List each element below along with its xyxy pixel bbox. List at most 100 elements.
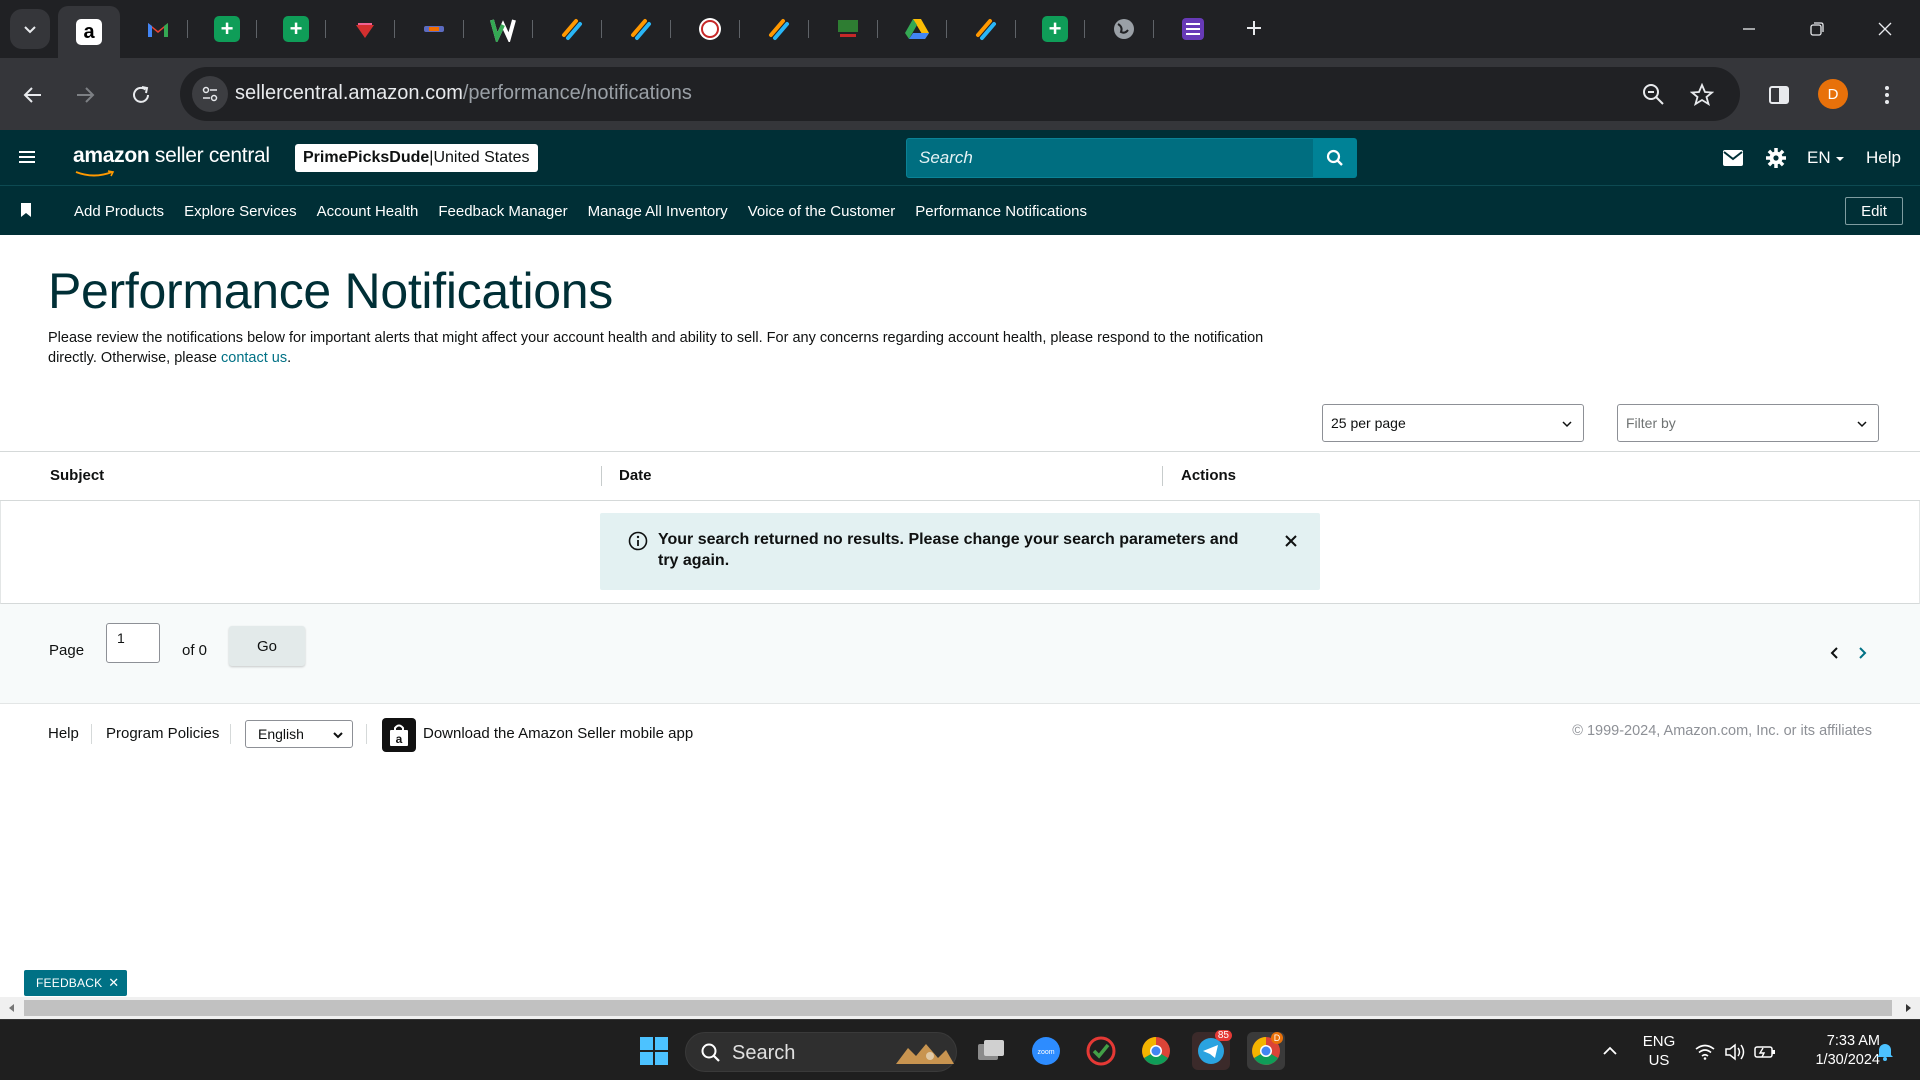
browser-menu-button[interactable] xyxy=(1870,78,1904,112)
battery-icon[interactable] xyxy=(1754,1044,1776,1060)
hamburger-menu-icon[interactable] xyxy=(16,146,38,168)
side-panel-icon xyxy=(1769,86,1789,104)
contact-us-link[interactable]: contact us xyxy=(221,350,287,366)
forward-button[interactable] xyxy=(68,78,102,112)
tab-gmail[interactable] xyxy=(145,16,171,42)
seller-search-input[interactable] xyxy=(907,139,1313,177)
notification-bell-icon[interactable] xyxy=(1876,1041,1894,1061)
taskbar-telegram[interactable]: 85 xyxy=(1192,1030,1232,1070)
nav-feedback-manager[interactable]: Feedback Manager xyxy=(438,203,567,220)
system-clock[interactable]: 7:33 AM 1/30/2024 xyxy=(1788,1032,1880,1070)
close-window-button[interactable] xyxy=(1870,14,1900,44)
column-subject[interactable]: Subject xyxy=(50,467,104,484)
side-panel-button[interactable] xyxy=(1762,78,1796,112)
tab-globe[interactable] xyxy=(1111,16,1137,42)
windows-taskbar: Search zoom 85 D ENG US 7:33 AM 1/30/2024 xyxy=(0,1019,1920,1080)
amazon-seller-app-icon[interactable]: a xyxy=(382,718,416,752)
taskbar-search[interactable]: Search xyxy=(685,1032,957,1072)
search-submit-button[interactable] xyxy=(1313,138,1357,178)
taskbar-chrome-1[interactable] xyxy=(1137,1032,1175,1070)
chevron-up-icon[interactable] xyxy=(1602,1046,1618,1056)
input-language-indicator[interactable]: ENG US xyxy=(1642,1032,1676,1070)
tab-list[interactable] xyxy=(1180,16,1206,42)
minimize-button[interactable] xyxy=(1734,14,1764,44)
tab-sheets-1[interactable]: + xyxy=(214,16,240,42)
per-page-select[interactable]: 25 per page xyxy=(1322,404,1584,442)
close-icon[interactable]: ✕ xyxy=(108,975,119,991)
red-logo-icon xyxy=(356,23,374,38)
taskbar-zoom[interactable]: zoom xyxy=(1027,1032,1065,1070)
site-info-button[interactable] xyxy=(192,76,228,112)
start-button[interactable] xyxy=(635,1032,673,1070)
footer-help-link[interactable]: Help xyxy=(48,725,79,742)
seller-central-logo[interactable]: amazon seller central xyxy=(73,144,270,168)
tab-search-button[interactable] xyxy=(10,9,50,49)
horizontal-scrollbar[interactable] xyxy=(0,997,1920,1019)
footer-program-policies-link[interactable]: Program Policies xyxy=(106,725,219,742)
search-icon xyxy=(701,1043,720,1062)
tab-orange-3[interactable] xyxy=(766,16,792,42)
back-button[interactable] xyxy=(16,78,50,112)
column-date[interactable]: Date xyxy=(619,467,652,484)
bookmark-star-button[interactable] xyxy=(1688,81,1716,109)
tab-w-logo[interactable] xyxy=(490,16,516,42)
chevron-right-icon[interactable] xyxy=(1855,646,1869,660)
nav-account-health[interactable]: Account Health xyxy=(317,203,419,220)
store-switcher[interactable]: PrimePicksDude | United States xyxy=(295,144,538,172)
new-tab-button[interactable] xyxy=(1240,14,1268,42)
zoom-button[interactable] xyxy=(1640,81,1668,109)
address-bar[interactable]: sellercentral.amazon.com/performance/not… xyxy=(180,67,1740,121)
wifi-icon[interactable] xyxy=(1695,1044,1715,1060)
tab-round-logo[interactable] xyxy=(697,16,723,42)
nav-add-products[interactable]: Add Products xyxy=(74,203,164,220)
filter-by-select[interactable]: Filter by xyxy=(1617,404,1879,442)
tab-sheets-2[interactable]: + xyxy=(283,16,309,42)
tab-us-foods[interactable] xyxy=(835,16,861,42)
settings-button[interactable] xyxy=(1763,145,1789,171)
taskbar-task-view[interactable] xyxy=(972,1032,1010,1070)
scroll-left-icon[interactable] xyxy=(7,1003,17,1013)
bookmark-icon[interactable] xyxy=(20,203,32,217)
volume-icon[interactable] xyxy=(1724,1043,1746,1061)
help-link[interactable]: Help xyxy=(1866,148,1901,168)
taskbar-check-app[interactable] xyxy=(1082,1032,1120,1070)
download-app-link[interactable]: Download the Amazon Seller mobile app xyxy=(423,725,693,742)
tab-orange-1[interactable] xyxy=(559,16,585,42)
chrome-profile-badge: D xyxy=(1271,1032,1283,1044)
go-button[interactable]: Go xyxy=(229,626,305,666)
column-actions: Actions xyxy=(1181,467,1237,484)
nav-explore-services[interactable]: Explore Services xyxy=(184,203,297,220)
footer-language-select[interactable]: English xyxy=(245,720,353,748)
chevron-down-icon xyxy=(1857,421,1867,428)
profile-avatar[interactable]: D xyxy=(1818,79,1848,109)
reload-button[interactable] xyxy=(124,78,158,112)
messages-button[interactable] xyxy=(1720,145,1746,171)
us-foods-icon xyxy=(838,20,858,37)
amazon-smile-icon xyxy=(75,170,115,177)
page-number-input[interactable] xyxy=(106,623,160,663)
nav-voice-of-the-customer[interactable]: Voice of the Customer xyxy=(748,203,896,220)
list-icon xyxy=(1182,18,1204,40)
restore-button[interactable] xyxy=(1802,14,1832,44)
taskbar-chrome-2[interactable]: D xyxy=(1247,1032,1285,1070)
scrollbar-thumb[interactable] xyxy=(24,1000,1892,1016)
tab-orange-2[interactable] xyxy=(628,16,654,42)
tab-sheets-3[interactable]: + xyxy=(1042,16,1068,42)
chevron-left-icon[interactable] xyxy=(1828,646,1842,660)
tab-red-logo[interactable] xyxy=(352,16,378,42)
nav-manage-all-inventory[interactable]: Manage All Inventory xyxy=(588,203,728,220)
tab-orange-4[interactable] xyxy=(973,16,999,42)
nav-performance-notifications[interactable]: Performance Notifications xyxy=(915,203,1087,220)
scroll-right-icon[interactable] xyxy=(1903,1003,1913,1013)
no-results-message: Your search returned no results. Please … xyxy=(658,531,1239,569)
tab-purple-logo[interactable] xyxy=(421,16,447,42)
orange-stripes-icon xyxy=(976,19,996,40)
close-icon[interactable] xyxy=(1282,532,1300,550)
tab-drive[interactable] xyxy=(904,16,930,42)
browser-toolbar: sellercentral.amazon.com/performance/not… xyxy=(0,58,1920,130)
feedback-button[interactable]: FEEDBACK ✕ xyxy=(24,970,127,996)
edit-nav-button[interactable]: Edit xyxy=(1845,197,1903,225)
language-selector[interactable]: EN xyxy=(1807,148,1845,168)
tab-amazon-seller-central[interactable]: a xyxy=(58,6,120,58)
star-icon xyxy=(1690,83,1714,106)
